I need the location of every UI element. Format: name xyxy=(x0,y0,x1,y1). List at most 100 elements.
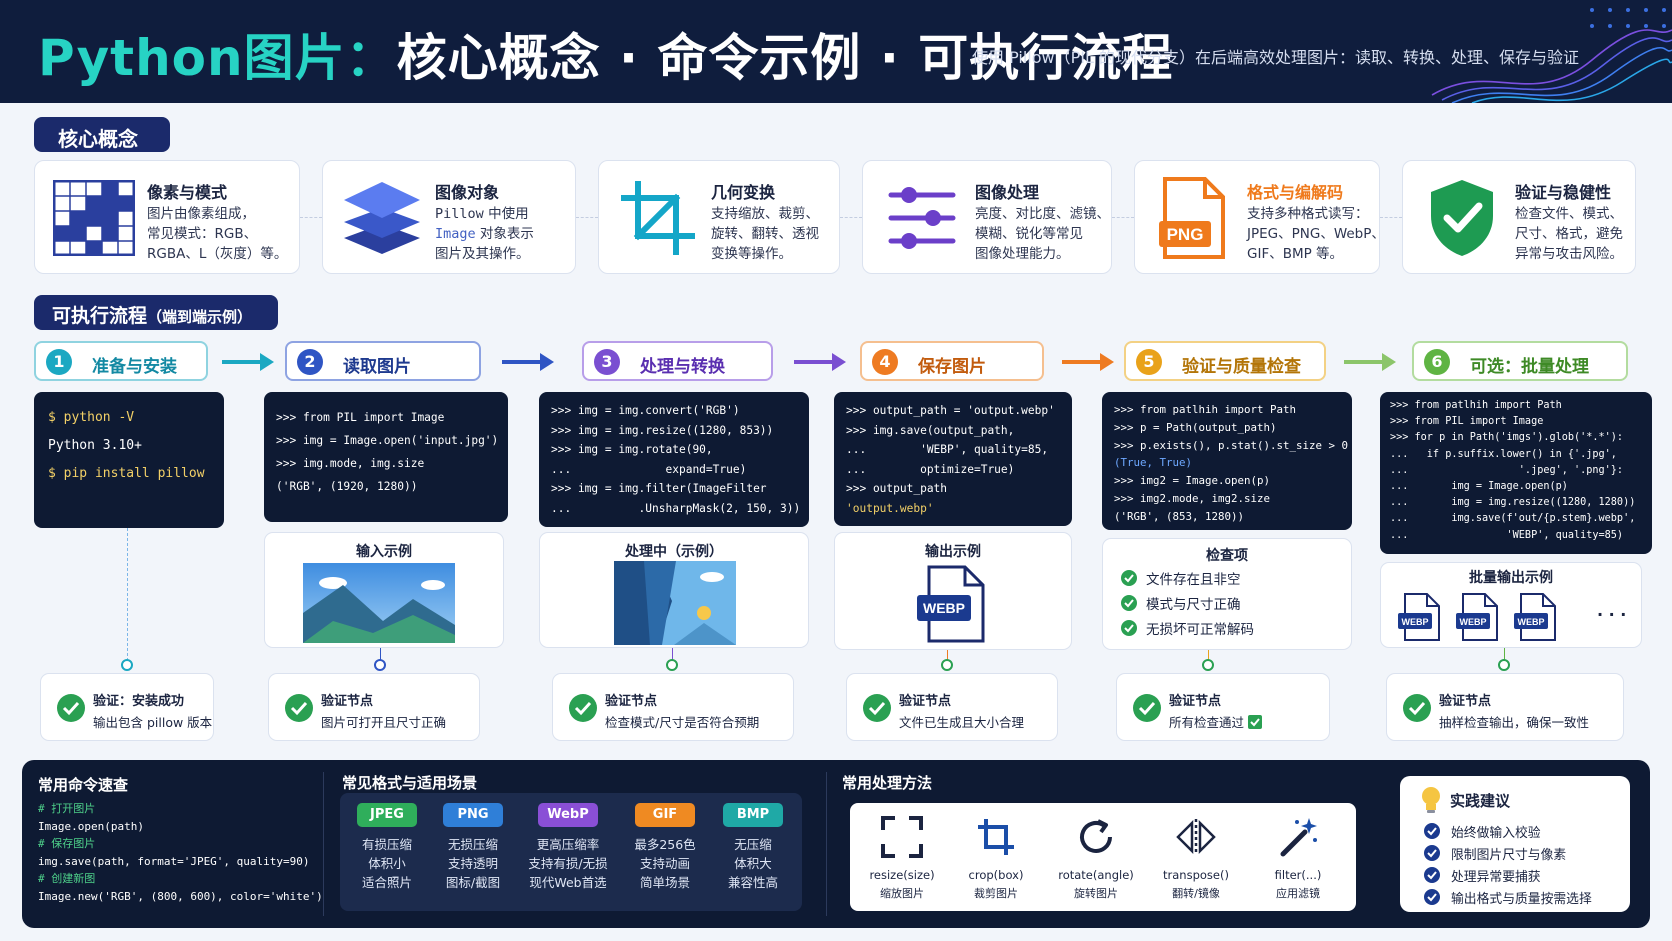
pixel-grid-icon xyxy=(51,177,137,259)
arrow-right-icon xyxy=(222,353,274,371)
check-circle-icon xyxy=(1424,867,1440,883)
step-label: 准备与安装 xyxy=(92,357,177,377)
png-icon-label: PNG xyxy=(1167,225,1204,244)
arrow-right-icon xyxy=(502,353,554,371)
cheatsheet-code: # 打开图片 Image.open(path) # 保存图片 img.save(… xyxy=(38,800,323,905)
layers-icon xyxy=(339,177,425,259)
format-desc: 无损压缩 支持透明 图标/截图 xyxy=(445,837,501,890)
divider xyxy=(323,772,324,916)
method-name: transpose() xyxy=(1163,868,1229,882)
validation-node-3: 验证节点 检查模式/尺寸是否符合预期 xyxy=(552,673,794,741)
webp-file-icon: WEBP xyxy=(1514,593,1556,641)
page-title-accent: Python图片： xyxy=(38,29,397,87)
tip-item: 输出格式与质量按需选择 xyxy=(1424,886,1592,908)
shield-check-icon xyxy=(1419,177,1505,259)
sliders-icon xyxy=(879,177,965,259)
code-line: >>> img = img.convert('RGB') xyxy=(551,404,740,417)
step-6-header: 6 可选：批量处理 xyxy=(1412,341,1628,381)
check-item-label: 文件存在且非空 xyxy=(1146,571,1241,588)
code-line: ... 'WEBP', quality=85) xyxy=(1390,529,1624,541)
connector xyxy=(300,217,322,218)
validation-desc: 输出包含 pillow 版本 xyxy=(93,715,213,730)
concept-desc-text: 图片及其操作。 xyxy=(435,246,530,262)
code-line: >>> img = img.filter(ImageFilter xyxy=(551,482,767,495)
tip-label: 处理异常要捕获 xyxy=(1451,869,1541,885)
checkbox-checked-icon xyxy=(1248,715,1262,729)
process-code-block: >>> img = img.convert('RGB') >>> img = i… xyxy=(539,392,809,527)
checks-list: 文件存在且非空 模式与尺寸正确 无损坏可正常解码 xyxy=(1121,565,1254,640)
check-item: 无损坏可正常解码 xyxy=(1121,615,1254,640)
concept-desc-text: Pillow xyxy=(435,206,484,222)
connector xyxy=(840,217,862,218)
formats-title: 常见格式与适用场景 xyxy=(342,774,478,792)
arrow-right-icon xyxy=(1062,353,1114,371)
code-line: >>> img.mode, img.size xyxy=(276,457,425,470)
format-desc: 最多256色 支持动画 简单场景 xyxy=(634,837,696,890)
code-line: (True, True) xyxy=(1114,456,1193,470)
code-line: Image.new('RGB', (800, 600), color='whit… xyxy=(38,889,323,903)
code-line: >>> from PIL import Image xyxy=(276,411,445,424)
concepts-section-label: 核心概念 xyxy=(34,117,170,152)
concept-desc: Pillow 中使用 Image 对象表示 图片及其操作。 xyxy=(435,204,534,264)
validation-title: 验证节点 xyxy=(899,694,952,709)
code-line: >>> output_path = 'output.webp' xyxy=(846,404,1055,417)
code-line: ... img.save(f'out/{p.stem}.webp', xyxy=(1390,513,1636,525)
code-line: ... optimize=True) xyxy=(846,462,1015,476)
method-desc: 裁剪图片 xyxy=(974,887,1018,900)
step-4-header: 4 保存图片 xyxy=(860,341,1044,381)
format-badge: GIF xyxy=(635,803,695,827)
validation-title: 验证节点 xyxy=(1169,694,1222,709)
webp-file-icon: WEBP xyxy=(1456,593,1498,641)
webp-file-icon: WEBP xyxy=(917,565,985,643)
concept-desc: 图片由像素组成， 常见模式：RGB、 RGBA、L（灰度）等。 xyxy=(147,206,288,262)
panel-title: 输入示例 xyxy=(356,544,412,560)
concept-desc-code: Image xyxy=(435,226,476,242)
format-desc: 有损压缩 体积小 适合照片 xyxy=(361,837,412,890)
code-line: >>> img = img.rotate(90, xyxy=(551,443,713,456)
code-line: >>> p.exists(), p.stat().st_size > 0 xyxy=(1114,438,1349,452)
tip-label: 输出格式与质量按需选择 xyxy=(1451,891,1592,907)
resize-icon xyxy=(881,816,923,858)
webp-icon-label: WEBP xyxy=(1460,617,1487,627)
code-line: ... '.jpeg', '.png'}: xyxy=(1390,464,1624,476)
concept-card-formats: PNG 格式与编解码 支持多种格式读写： JPEG、PNG、WebP、 GIF、… xyxy=(1134,160,1385,274)
cheatsheet-title: 常用命令速查 xyxy=(38,776,129,794)
code-line: >>> p = Path(output_path) xyxy=(1114,420,1277,434)
code-line: ... img = Image.open(p) xyxy=(1390,481,1568,493)
arrow-right-icon xyxy=(1344,353,1396,371)
format-badge: PNG xyxy=(443,803,503,827)
code-comment: # 打开图片 xyxy=(38,802,96,815)
code-line: >>> from patlhih import Path xyxy=(1390,400,1562,411)
method-desc: 缩放图片 xyxy=(880,887,924,900)
code-line: >>> img.save(output_path, xyxy=(846,423,1015,437)
validation-desc-text: 所有检查通过 xyxy=(1169,715,1245,730)
step-label: 处理与转换 xyxy=(640,357,725,377)
processing-example-panel: 处理中（示例） xyxy=(539,532,809,648)
code-line: ... 'WEBP', quality=85, xyxy=(846,443,1049,456)
batch-code-block: >>> from patlhih import Path >>> from PI… xyxy=(1380,392,1652,554)
step-1-header: 1 准备与安装 xyxy=(34,341,208,381)
code-line: ... if p.suffix.lower() in {'.jpg', xyxy=(1390,448,1617,460)
more-indicator: · · · xyxy=(1597,605,1627,624)
step-number: 4 xyxy=(872,349,898,375)
step-label: 可选：批量处理 xyxy=(1470,357,1589,377)
connector xyxy=(1112,217,1134,218)
methods-box: resize(size) 缩放图片 crop(box) 裁剪图片 rotate(… xyxy=(850,803,1356,911)
method-desc: 翻转/镜像 xyxy=(1172,887,1220,900)
validation-node-1: 验证：安装成功 输出包含 pillow 版本 xyxy=(40,673,214,741)
code-line: >>> img = Image.open('input.jpg') xyxy=(276,434,499,447)
concept-card-validation: 验证与稳健性 检查文件、模式、 尺寸、格式，避免 异常与攻击风险。 xyxy=(1402,160,1636,274)
step-number: 2 xyxy=(297,349,323,375)
format-webp: WebP 更高压缩率 支持有损/无损 现代Web首选 xyxy=(516,803,620,892)
code-comment: # 保存图片 xyxy=(38,837,96,850)
validation-desc: 文件已生成且大小合理 xyxy=(899,715,1025,730)
arrow-right-icon xyxy=(794,353,846,371)
webp-icon-label: WEBP xyxy=(1518,617,1545,627)
concept-card-processing: 图像处理 亮度、对比度、滤镜、 模糊、锐化等常见 图像处理能力。 xyxy=(862,160,1112,274)
validation-title: 验证：安装成功 xyxy=(93,694,185,709)
concept-title: 格式与编解码 xyxy=(1247,183,1344,202)
reference-bar: 常用命令速查 # 打开图片 Image.open(path) # 保存图片 im… xyxy=(22,760,1650,928)
method-desc: 旋转图片 xyxy=(1074,887,1118,900)
code-line: $ pip install pillow xyxy=(48,466,205,481)
batch-output-panel: 批量输出示例 WEBP WEBP WEBP · · · xyxy=(1380,562,1642,648)
